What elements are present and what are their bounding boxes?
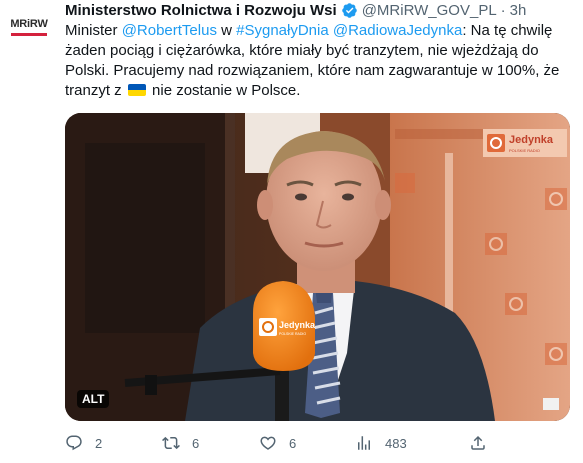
backdrop-logo-text: Jedynka [509, 134, 554, 146]
tweet-actions: 2 6 6 483 [65, 433, 545, 453]
heart-icon [260, 436, 276, 450]
retweet-button[interactable]: 6 [162, 434, 199, 452]
retweet-icon [162, 436, 180, 450]
account-avatar[interactable]: MRiRW [6, 4, 52, 50]
reply-count: 2 [95, 435, 103, 451]
tweet-text: Minister @RobertTelus w #SygnałyDnia @Ra… [65, 21, 570, 101]
like-button[interactable]: 6 [259, 434, 296, 452]
tweet-timestamp[interactable]: 3h [510, 2, 527, 19]
backdrop-logo: Jedynka POLSKIE RADIO [483, 129, 567, 157]
tweet-text-part: nie zostanie w Polsce. [147, 82, 301, 99]
avatar-logo-text: MRiRW [10, 18, 48, 30]
views-button[interactable]: 483 [355, 434, 407, 452]
tweet-photo[interactable]: Jedynka POLSKIE RADIO Jedynka POLSKIE RA… [65, 113, 570, 421]
mic-brand-label: Jedynka [279, 320, 316, 330]
avatar-logo-line [11, 33, 47, 36]
backdrop-logo-sublabel: POLSKIE RADIO [509, 148, 540, 153]
like-count: 6 [289, 435, 297, 451]
hashtag-link[interactable]: #SygnałyDnia [236, 22, 329, 39]
corner-mark [543, 398, 559, 410]
account-handle[interactable]: @MRiRW_GOV_PL [362, 2, 497, 19]
alt-text-button[interactable]: ALT [77, 390, 110, 408]
mention-link[interactable]: @RadiowaJedynka [333, 22, 462, 39]
header-separator: · [500, 1, 506, 19]
reply-icon [66, 435, 82, 451]
tweet-text-part: Minister [65, 22, 122, 39]
mention-link[interactable]: @RobertTelus [122, 22, 217, 39]
analytics-icon [358, 436, 370, 450]
share-button[interactable] [469, 434, 487, 452]
tweet-body: Ministerstwo Rolnictwa i Rozwoju Wsi @MR… [65, 0, 575, 101]
tweet-header: Ministerstwo Rolnictwa i Rozwoju Wsi @MR… [65, 0, 575, 20]
photo-scene: Jedynka POLSKIE RADIO Jedynka POLSKIE RA… [65, 113, 570, 421]
tweet-text-part: w [216, 22, 237, 39]
reply-button[interactable]: 2 [65, 434, 102, 452]
share-icon [471, 435, 485, 450]
display-name[interactable]: Ministerstwo Rolnictwa i Rozwoju Wsi [65, 2, 337, 19]
views-count: 483 [385, 435, 407, 451]
verified-badge-icon [341, 2, 358, 19]
retweet-count: 6 [192, 435, 200, 451]
ukraine-flag-icon [127, 84, 146, 96]
mic-brand-sublabel: POLSKIE RADIO [279, 332, 306, 336]
